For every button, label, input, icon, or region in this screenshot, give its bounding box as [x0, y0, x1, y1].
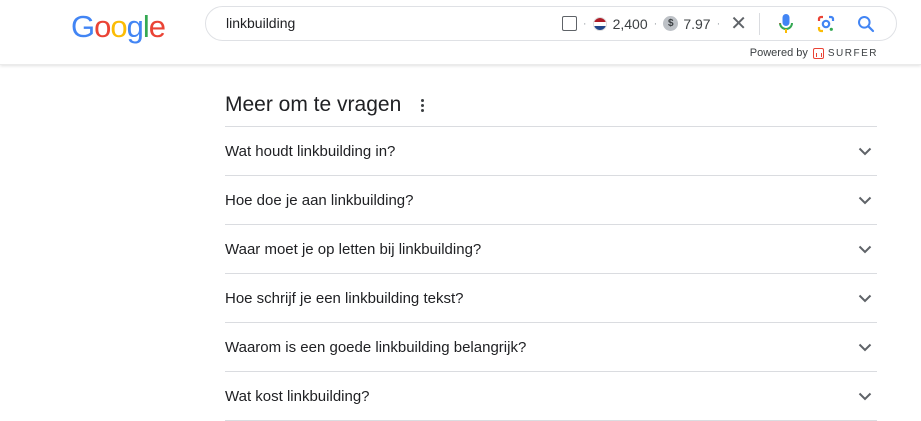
paa-question-text: Hoe doe je aan linkbuilding?	[225, 191, 414, 209]
separator-dot: ·	[716, 17, 721, 30]
chevron-down-icon[interactable]	[853, 237, 877, 261]
people-also-ask: Meer om te vragen Wat houdt linkbuilding…	[225, 84, 877, 421]
search-input[interactable]: linkbuilding	[226, 15, 295, 31]
chevron-down-icon[interactable]	[853, 384, 877, 408]
paa-question-text: Waar moet je op letten bij linkbuilding?	[225, 240, 482, 258]
search-header: Google linkbuilding · 2,400 · $ 7.97 · ✕	[0, 0, 921, 65]
chevron-down-icon[interactable]	[853, 286, 877, 310]
search-volume: 2,400	[612, 15, 648, 32]
paa-question-text: Wat kost linkbuilding?	[225, 387, 370, 405]
surfer-logo-icon	[812, 47, 824, 59]
chevron-down-icon[interactable]	[853, 188, 877, 212]
paa-question-text: Hoe schrijf je een linkbuilding tekst?	[225, 289, 464, 307]
google-logo[interactable]: Google	[71, 9, 166, 45]
paa-title: Meer om te vragen	[225, 93, 402, 116]
paa-question[interactable]: Hoe schrijf je een linkbuilding tekst?	[225, 274, 877, 323]
logo-letter: G	[71, 9, 95, 44]
mic-icon[interactable]	[774, 12, 798, 36]
logo-letter: o	[110, 9, 127, 44]
separator-dot: ·	[653, 17, 658, 30]
logo-letter: g	[126, 9, 144, 44]
cpc-value: 7.97	[683, 15, 711, 32]
more-options-icon[interactable]	[415, 95, 429, 115]
search-box-tools: · 2,400 · $ 7.97 · ✕	[561, 7, 896, 40]
search-icon[interactable]	[854, 12, 878, 36]
powered-by-surfer[interactable]: Powered by SURFER	[750, 47, 878, 59]
google-lens-icon[interactable]	[814, 12, 838, 36]
dollar-icon: $	[663, 16, 679, 31]
paa-question-text: Waarom is een goede linkbuilding belangr…	[225, 338, 527, 356]
chevron-down-icon[interactable]	[853, 139, 877, 163]
logo-letter: e	[148, 9, 166, 44]
paa-question-text: Wat houdt linkbuilding in?	[225, 142, 396, 160]
paa-question[interactable]: Waar moet je op letten bij linkbuilding?	[225, 225, 877, 274]
paa-question[interactable]: Hoe doe je aan linkbuilding?	[225, 176, 877, 225]
clear-icon[interactable]: ✕	[730, 14, 747, 34]
divider	[759, 12, 760, 35]
logo-letter: o	[94, 9, 111, 44]
paa-question[interactable]: Wat houdt linkbuilding in?	[225, 127, 877, 176]
paa-question[interactable]: Wat kost linkbuilding?	[225, 372, 877, 421]
keyword-checkbox[interactable]	[561, 16, 577, 31]
separator-dot: ·	[582, 17, 587, 30]
search-box[interactable]: linkbuilding · 2,400 · $ 7.97 · ✕	[205, 6, 897, 41]
surfer-brand: SURFER	[827, 47, 878, 59]
paa-question[interactable]: Waarom is een goede linkbuilding belangr…	[225, 323, 877, 372]
chevron-down-icon[interactable]	[853, 335, 877, 359]
powered-by-label: Powered by	[749, 47, 808, 59]
paa-header: Meer om te vragen	[225, 84, 877, 127]
netherlands-flag-icon	[592, 16, 607, 31]
